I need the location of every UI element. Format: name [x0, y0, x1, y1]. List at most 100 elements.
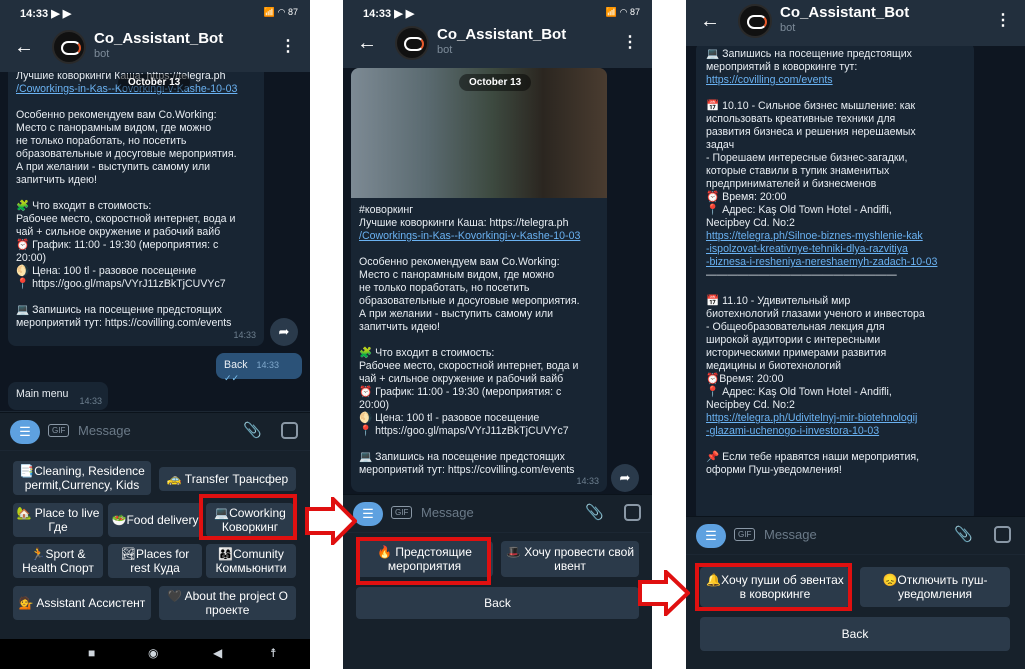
chat-header: ← Co_Assistant_Bot bot ⋮	[686, 0, 1025, 46]
gif-icon[interactable]: GIF	[391, 506, 413, 519]
message-line: А при желании - выступить самому или	[359, 308, 554, 320]
kb-community[interactable]: 👨‍👩‍👧Comunity Коммьюнити	[206, 544, 296, 578]
chat-title: Co_Assistant_Bot	[780, 4, 910, 21]
date-pill: October 13	[118, 74, 191, 91]
message-bubble: #коворкинг Лучшие коворкинги Каша: https:…	[351, 68, 607, 492]
message-line: мероприятий тут: https://covilling.com/e…	[16, 317, 232, 329]
message-line[interactable]: -ispolzovat-kreativnye-tehniki-dlya-razv…	[706, 243, 966, 256]
chat-subtitle: bot	[437, 44, 453, 56]
message-line: биотехнологий глазами ученого и инвестор…	[706, 308, 925, 320]
bot-menu-button[interactable]: ☰	[10, 420, 40, 444]
kb-transfer[interactable]: 🚕 Transfer Трансфер	[159, 467, 296, 491]
bot-avatar[interactable]	[395, 26, 429, 60]
message-input[interactable]: Message	[764, 527, 817, 542]
message-line: - Общеобразовательная лекция для	[706, 321, 885, 333]
bot-avatar[interactable]	[52, 30, 86, 64]
message-line	[706, 282, 966, 295]
bot-avatar[interactable]	[738, 4, 772, 38]
share-icon[interactable]: ➦	[270, 318, 298, 346]
message-line: Рабочее место, скоростной интернет, вода…	[359, 360, 579, 372]
phone-screen-1: 14:33 ▶ ▶ 📶 ◠ 87 ← Co_Assistant_Bot bot …	[0, 0, 310, 669]
kb-back[interactable]: Back	[356, 587, 639, 619]
back-arrow-icon[interactable]: ←	[14, 36, 34, 59]
message-line[interactable]: /Coworkings-in-Kas--Kovorkingi-v-Kashe-1…	[359, 230, 599, 243]
kb-place-to-live[interactable]: 🏡 Place to live Где	[13, 503, 103, 537]
gif-icon[interactable]: GIF	[734, 528, 756, 541]
message-line: Рабочее место, скоростной интернет, вода…	[16, 213, 236, 225]
camera-icon[interactable]	[994, 526, 1011, 543]
kb-assistant[interactable]: 💁 Assistant Ассистент	[13, 586, 151, 620]
more-menu-icon[interactable]: ⋮	[280, 36, 296, 56]
more-menu-icon[interactable]: ⋮	[622, 32, 638, 52]
sent-text: Back	[224, 359, 248, 371]
highlight-push-subscribe	[695, 563, 852, 611]
message-line[interactable]: -biznesa-i-resheniya-nereshaemyh-zadach-…	[706, 256, 966, 269]
message-line: задач	[706, 139, 735, 151]
message-line: Особенно рекомендуем вам Co.Working:	[16, 109, 217, 121]
received-message: Main menu 14:33	[8, 382, 108, 410]
back-arrow-icon[interactable]: ←	[700, 10, 720, 33]
message-line	[359, 438, 599, 451]
message-line: #коворкинг	[359, 204, 414, 216]
bot-menu-button[interactable]: ☰	[353, 502, 383, 526]
kb-back[interactable]: Back	[700, 617, 1010, 651]
arrow-right-icon	[305, 497, 357, 545]
status-icons: 📶 ◠ 87	[605, 7, 640, 17]
message-time: 14:33	[233, 330, 256, 340]
kb-about-project[interactable]: 🖤 About the project О проекте	[159, 586, 296, 620]
message-line: 📌 Если тебе нравятся наши мероприятия,	[706, 451, 920, 463]
chat-subtitle: bot	[94, 48, 110, 60]
more-menu-icon[interactable]: ⋮	[995, 10, 1011, 30]
attach-icon[interactable]: 📎	[954, 525, 973, 543]
nav-back-icon[interactable]: ◀	[213, 646, 222, 660]
message-line: запитчить идею!	[359, 321, 440, 333]
message-line	[16, 96, 256, 109]
message-input[interactable]: Message	[421, 505, 474, 520]
share-icon[interactable]: ➦	[611, 464, 639, 492]
message-line: 📍 https://goo.gl/maps/VYrJ11zBkTjCUVYc7	[359, 425, 569, 437]
message-line: 🌖 Цена: 100 tl - разовое посещение	[16, 265, 197, 277]
back-arrow-icon[interactable]: ←	[357, 32, 377, 55]
message-line: медицины и биотехнологий	[706, 360, 842, 372]
kb-host-event[interactable]: 🎩 Хочу провести свой ивент	[501, 541, 639, 577]
received-text: Main menu	[16, 388, 69, 400]
highlight-upcoming-events	[356, 537, 491, 585]
message-line[interactable]: https://covilling.com/events	[706, 74, 966, 87]
message-line: 🧩 Что входит в стоимость:	[359, 347, 495, 359]
camera-icon[interactable]	[281, 422, 298, 439]
message-time: 14:33	[576, 476, 599, 486]
message-input[interactable]: Message	[78, 423, 131, 438]
message-line: ⏰Время: 20:00	[706, 373, 784, 385]
kb-sport[interactable]: 🏃Sport & Health Спорт	[13, 544, 103, 578]
message-line: ⏰ График: 11:00 - 19:30 (мероприятия: с	[16, 239, 219, 251]
message-text: Лучшие коворкинги Каша: https://telegra.…	[16, 72, 256, 330]
message-line: развития бизнеса и решения нерешаемых	[706, 126, 916, 138]
kb-places-for-rest[interactable]: 🏞Places for rest Куда	[108, 544, 202, 578]
kb-disable-push[interactable]: 😞Отключить пуш-уведомления	[860, 567, 1010, 607]
accessibility-icon[interactable]: ☨	[270, 646, 277, 660]
gif-icon[interactable]: GIF	[48, 424, 70, 437]
message-input-bar: ☰ GIF Message 📎	[343, 494, 652, 532]
message-bubble: Лучшие коворкинги Каша: https://telegra.…	[8, 72, 264, 346]
nav-home-icon[interactable]: ◉	[148, 646, 158, 660]
message-line: Особенно рекомендуем вам Co.Working:	[359, 256, 560, 268]
message-line: чай + сильное окружение и рабочий вайб	[359, 373, 564, 385]
kb-cleaning[interactable]: 📑Cleaning, Residence permit,Currency, Ki…	[13, 461, 151, 495]
bot-menu-button[interactable]: ☰	[696, 524, 726, 548]
message-line[interactable]: https://telegra.ph/Udivitelnyj-mir-biote…	[706, 412, 966, 425]
received-time: 14:33	[79, 396, 102, 406]
attach-icon[interactable]: 📎	[243, 421, 262, 439]
message-line: ——————————————————	[706, 269, 897, 281]
message-line[interactable]: https://telegra.ph/Silnoe-biznes-myshlen…	[706, 230, 966, 243]
message-line[interactable]: -glazami-uchenogo-i-investora-10-03	[706, 425, 966, 438]
nav-recents-icon[interactable]: ■	[88, 646, 95, 660]
attach-icon[interactable]: 📎	[585, 503, 604, 521]
message-line: 🧩 Что входит в стоимость:	[16, 200, 152, 212]
sent-time: 14:33	[256, 360, 280, 370]
kb-food-delivery[interactable]: 🥗Food delivery	[108, 503, 202, 537]
status-bar: 14:33 ▶ ▶ 📶 ◠ 87	[0, 0, 310, 26]
status-time: 14:33	[20, 8, 49, 20]
message-line: - Порешаем интересные бизнес-загадки,	[706, 152, 908, 164]
arrow-right-icon	[638, 570, 690, 616]
camera-icon[interactable]	[624, 504, 641, 521]
